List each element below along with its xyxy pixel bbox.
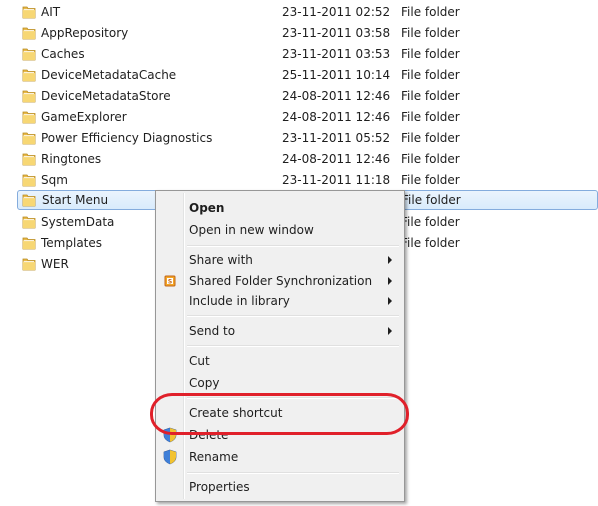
file-row[interactable]: Ringtones 24-08-2011 12:46 File folder [18, 149, 598, 169]
uac-shield-icon [163, 449, 177, 465]
explorer-window: AIT 23-11-2011 02:52 File folder AppRepo… [0, 0, 598, 506]
folder-icon [22, 174, 36, 187]
file-row[interactable]: Caches 23-11-2011 03:53 File folder [18, 44, 598, 64]
file-type: File folder [401, 47, 460, 61]
menu-item-label: Open [189, 201, 225, 215]
submenu-arrow-icon [388, 256, 392, 264]
menu-item-label: Include in library [189, 294, 290, 308]
menu-item-label: Cut [189, 354, 210, 368]
file-name: Templates [41, 236, 103, 250]
menu-item-label: Open in new window [189, 223, 314, 237]
menu-separator [187, 245, 399, 247]
folder-icon [22, 48, 36, 61]
file-date: 24-08-2011 12:46 [282, 152, 391, 166]
folder-icon [22, 194, 36, 207]
menu-item-rename[interactable]: Rename [158, 446, 402, 468]
file-row[interactable]: GameExplorer 24-08-2011 12:46 File folde… [18, 107, 598, 127]
folder-icon [22, 216, 36, 229]
menu-item-label: Create shortcut [189, 406, 283, 420]
file-date: 23-11-2011 11:18 [282, 173, 391, 187]
file-type: File folder [401, 215, 460, 229]
menu-separator [187, 397, 399, 399]
file-row[interactable]: DeviceMetadataCache 25-11-2011 10:14 Fil… [18, 65, 598, 85]
menu-item-label: Shared Folder Synchronization [189, 274, 373, 288]
menu-separator [187, 472, 399, 474]
file-name: DeviceMetadataCache [41, 68, 177, 82]
menu-item-label: Properties [189, 480, 250, 494]
folder-icon [22, 237, 36, 250]
file-date: 23-11-2011 03:53 [282, 47, 391, 61]
file-name: DeviceMetadataStore [41, 89, 171, 103]
file-type: File folder [401, 173, 460, 187]
menu-item-label: Send to [189, 324, 236, 338]
file-date: 23-11-2011 02:52 [282, 5, 391, 19]
file-row[interactable]: AIT 23-11-2011 02:52 File folder [18, 2, 598, 22]
menu-item-copy[interactable]: Copy [158, 372, 402, 394]
folder-icon [22, 111, 36, 124]
file-name: SystemData [41, 215, 115, 229]
submenu-arrow-icon [388, 277, 392, 285]
file-date: 23-11-2011 05:52 [282, 131, 391, 145]
file-type: File folder [401, 26, 460, 40]
file-name: WER [41, 257, 69, 271]
file-row[interactable]: DeviceMetadataStore 24-08-2011 12:46 Fil… [18, 86, 598, 106]
uac-shield-icon [163, 427, 177, 443]
file-name: AIT [41, 5, 61, 19]
menu-item-create-shortcut[interactable]: Create shortcut [158, 402, 402, 424]
file-name: Caches [41, 47, 85, 61]
menu-separator [187, 345, 399, 347]
file-date: 25-11-2011 10:14 [282, 68, 391, 82]
menu-item-include-in-library[interactable]: Include in library [158, 290, 402, 312]
folder-icon [22, 69, 36, 82]
svg-text:S: S [168, 279, 172, 286]
file-date: 24-08-2011 12:46 [282, 89, 391, 103]
folder-icon [22, 132, 36, 145]
file-type: File folder [401, 236, 460, 250]
file-type: File folder [401, 5, 460, 19]
menu-item-delete[interactable]: Delete [158, 424, 402, 446]
submenu-arrow-icon [388, 297, 392, 305]
file-date: 23-11-2011 03:58 [282, 26, 391, 40]
file-type: File folder [401, 152, 460, 166]
file-row[interactable]: Power Efficiency Diagnostics 23-11-2011 … [18, 128, 598, 148]
menu-item-label: Rename [189, 450, 239, 464]
folder-icon [22, 258, 36, 271]
folder-icon [22, 153, 36, 166]
file-type: File folder [401, 89, 460, 103]
menu-separator [187, 315, 399, 317]
file-type: File folder [401, 110, 460, 124]
menu-item-properties[interactable]: Properties [158, 476, 402, 498]
file-type: File folder [402, 193, 461, 207]
file-row[interactable]: AppRepository 23-11-2011 03:58 File fold… [18, 23, 598, 43]
menu-item-send-to[interactable]: Send to [158, 320, 402, 342]
submenu-arrow-icon [388, 327, 392, 335]
file-name: GameExplorer [41, 110, 127, 124]
context-menu: Open Open in new window Share with S Sha… [155, 190, 405, 502]
folder-icon [22, 90, 36, 103]
menu-item-cut[interactable]: Cut [158, 350, 402, 372]
menu-item-label: Copy [189, 376, 220, 390]
sharepoint-sync-icon: S [164, 275, 176, 287]
file-type: File folder [401, 68, 460, 82]
menu-item-label: Delete [189, 428, 229, 442]
file-name: Ringtones [41, 152, 102, 166]
folder-icon [22, 27, 36, 40]
file-row[interactable]: Sqm 23-11-2011 11:18 File folder [18, 170, 598, 190]
menu-item-label: Share with [189, 253, 253, 267]
file-name: Sqm [41, 173, 68, 187]
menu-item-open-new-window[interactable]: Open in new window [158, 219, 402, 241]
menu-item-shared-folder-sync[interactable]: S Shared Folder Synchronization [158, 270, 402, 292]
file-date: 24-08-2011 12:46 [282, 110, 391, 124]
file-type: File folder [401, 131, 460, 145]
folder-icon [22, 6, 36, 19]
menu-item-share-with[interactable]: Share with [158, 249, 402, 271]
menu-item-open[interactable]: Open [158, 197, 402, 219]
file-name: Start Menu [42, 193, 109, 207]
file-name: Power Efficiency Diagnostics [41, 131, 213, 145]
file-name: AppRepository [41, 26, 129, 40]
